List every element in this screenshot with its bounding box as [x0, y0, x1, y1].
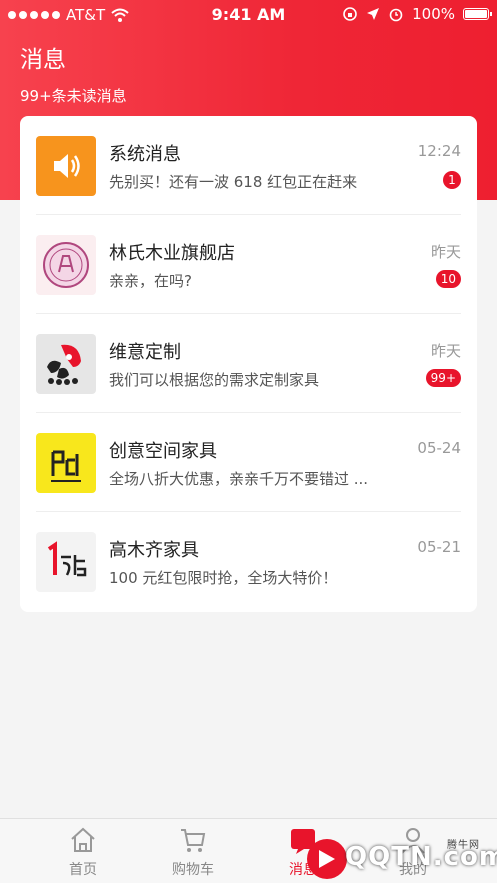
message-row-gaomu[interactable]: 高木齐家具 100 元红包限时抢，全场大特价！ 05-21	[20, 512, 477, 611]
watermark: QQTN.com 腾牛网	[297, 836, 497, 882]
page-title: 消息	[20, 47, 66, 73]
home-icon	[71, 827, 95, 852]
message-preview: 100 元红包限时抢，全场大特价！	[109, 569, 338, 587]
chuangyi-logo	[36, 433, 96, 493]
gaomu-logo	[36, 532, 96, 592]
unread-badge: 10	[435, 270, 461, 288]
message-preview: 亲亲，在吗?	[109, 272, 192, 290]
unread-summary: 99+条未读消息	[20, 87, 127, 105]
weiyi-logo	[36, 334, 96, 394]
speaker-icon	[36, 136, 96, 196]
tab-home[interactable]: 首页	[33, 819, 133, 883]
message-row-weiyi[interactable]: 维意定制 我们可以根据您的需求定制家具 昨天 99+	[20, 314, 477, 413]
message-preview: 全场八折大优惠，亲亲千万不要错过 ...	[109, 470, 369, 488]
watermark-small: 腾牛网	[447, 840, 480, 851]
contact-name: 高木齐家具	[109, 540, 199, 561]
unread-badge: 99+	[425, 369, 461, 387]
message-preview: 我们可以根据您的需求定制家具	[109, 371, 320, 389]
cart-icon	[181, 829, 206, 852]
tab-cart-label: 购物车	[172, 862, 214, 878]
contact-name: 系统消息	[109, 144, 181, 165]
linshi-logo	[36, 235, 96, 295]
battery-percent: 100%	[412, 5, 455, 23]
contact-name: 创意空间家具	[109, 441, 217, 462]
tab-cart[interactable]: 购物车	[143, 819, 243, 883]
contact-name: 林氏木业旗舰店	[109, 243, 235, 264]
unread-badge: 1	[443, 171, 461, 189]
tab-home-label: 首页	[69, 862, 97, 878]
location-icon	[367, 8, 380, 20]
status-bar: AT&T 9:41 AM 100%	[0, 0, 497, 30]
rotation-lock-icon	[343, 7, 357, 21]
message-row-chuangyi[interactable]: 创意空间家具 全场八折大优惠，亲亲千万不要错过 ... 05-24	[20, 413, 477, 512]
alarm-icon	[389, 8, 403, 22]
message-preview: 先别买！还有一波 618 红包正在赶来	[109, 173, 358, 191]
message-row-system[interactable]: 系统消息 先别买！还有一波 618 红包正在赶来 12:24 1	[20, 116, 477, 215]
battery-icon	[463, 8, 492, 20]
message-list: 系统消息 先别买！还有一波 618 红包正在赶来 12:24 1 林氏木业旗舰店…	[20, 116, 477, 612]
message-time: 05-24	[417, 439, 461, 457]
message-row-linshi[interactable]: 林氏木业旗舰店 亲亲，在吗? 昨天 10	[20, 215, 477, 314]
message-time: 昨天	[430, 342, 461, 360]
message-time: 12:24	[417, 142, 461, 160]
message-time: 昨天	[430, 243, 461, 261]
message-time: 05-21	[417, 538, 461, 556]
contact-name: 维意定制	[109, 342, 181, 363]
